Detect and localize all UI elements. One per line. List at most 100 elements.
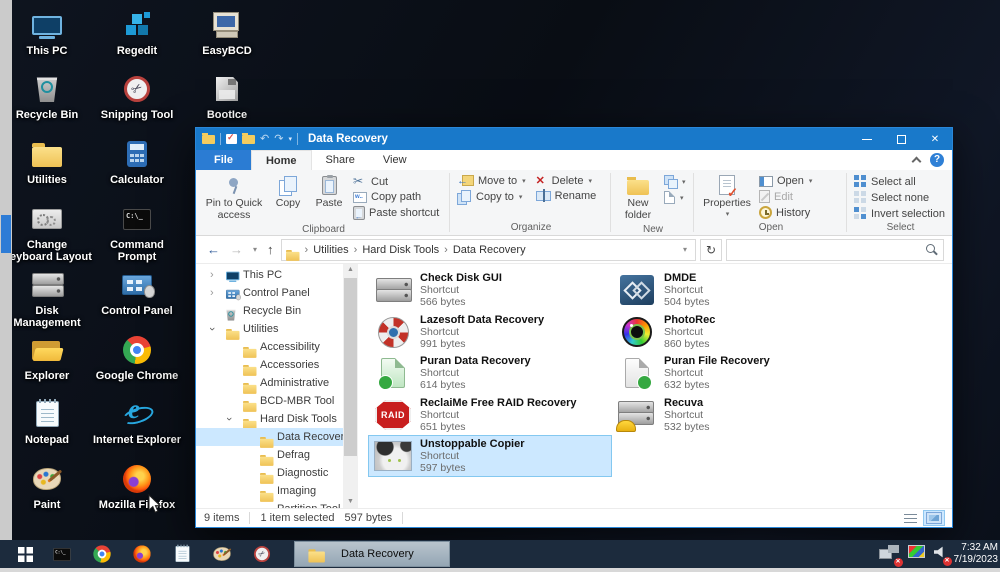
tree-item-control-panel[interactable]: Control Panel (196, 284, 343, 302)
file-item-photorec[interactable]: PhotoRec Shortcut 860 bytes (613, 312, 855, 352)
tree-scrollbar-thumb[interactable] (344, 278, 357, 456)
tree-item-utilities[interactable]: Utilities (196, 320, 343, 340)
breadcrumb-hard-disk-tools[interactable]: Hard Disk Tools (360, 244, 441, 256)
details-view-button[interactable] (902, 512, 920, 525)
undo-icon[interactable]: ↶ (260, 133, 269, 145)
copy-path-button[interactable]: Copy path (350, 190, 442, 204)
tab-share[interactable]: Share (312, 150, 369, 170)
edit-button[interactable]: Edit (756, 189, 815, 204)
back-button[interactable]: ← (204, 243, 223, 256)
move-to-button[interactable]: Move to▾ (454, 174, 529, 188)
desktop-icon-mozilla-firefox[interactable]: Mozilla Firefox (92, 462, 182, 511)
forward-button[interactable]: → (227, 243, 246, 256)
expander-collapsed-icon[interactable] (210, 267, 220, 283)
desktop-icon-calculator[interactable]: Calculator (92, 137, 182, 186)
file-item-puran-file-recovery[interactable]: Puran File Recovery Shortcut 632 bytes (613, 353, 855, 393)
taskbar-icon-chrome[interactable] (82, 540, 122, 568)
select-all-button[interactable]: Select all (851, 174, 948, 189)
desktop-icon-disk-management[interactable]: Disk Management (2, 268, 92, 329)
redo-icon[interactable]: ↷ (274, 133, 283, 145)
desktop-icon-notepad[interactable]: Notepad (2, 397, 92, 446)
breadcrumb[interactable]: › Utilities › Hard Disk Tools › Data Rec… (280, 238, 696, 261)
tab-home[interactable]: Home (250, 150, 312, 170)
up-button[interactable]: ↑ (264, 243, 277, 256)
tree-item-this-pc[interactable]: This PC (196, 266, 343, 284)
taskbar-clock[interactable]: 7:32 AM 7/19/2023 (954, 542, 1000, 566)
icons-view-button[interactable] (923, 510, 945, 526)
taskbar-icon-snip[interactable] (242, 540, 282, 568)
delete-button[interactable]: Delete▾ (533, 174, 600, 188)
file-item-reclaime-free-raid-recovery[interactable]: RAID ReclaiMe Free RAID Recovery Shortcut 6… (369, 395, 611, 435)
new-folder-button[interactable]: New folder (615, 172, 661, 223)
tab-view[interactable]: View (369, 150, 421, 170)
desktop-icon-this-pc[interactable]: This PC (2, 8, 92, 57)
customize-qat-chevron-icon[interactable]: ▾ (288, 135, 292, 143)
breadcrumb-utilities[interactable]: Utilities (311, 244, 350, 256)
desktop-icon-command-prompt[interactable]: Command Prompt (92, 202, 182, 263)
properties-icon[interactable] (226, 132, 237, 144)
tree-item-accessibility[interactable]: Accessibility (196, 338, 343, 358)
history-button[interactable]: History (756, 205, 815, 220)
tree-item-bcd-mbr-tool[interactable]: BCD-MBR Tool (196, 392, 343, 412)
breadcrumb-data-recovery[interactable]: Data Recovery (451, 244, 528, 256)
copy-to-button[interactable]: Copy to ▾ (454, 189, 529, 205)
desktop-icon-google-chrome[interactable]: Google Chrome (92, 333, 182, 382)
taskbar-icon-firefox[interactable] (122, 540, 162, 568)
minimize-button[interactable] (850, 128, 884, 150)
recent-locations-chevron-icon[interactable]: ▾ (250, 243, 260, 256)
cut-button[interactable]: Cut (350, 174, 442, 189)
pin-to-quick-access-button[interactable]: Pin to Quick access (200, 172, 268, 223)
search-box[interactable] (726, 238, 944, 261)
scroll-up-icon[interactable]: ▲ (343, 264, 358, 276)
copy-button[interactable]: Copy (268, 172, 308, 212)
desktop-icon-bootice[interactable]: BootIce (182, 72, 272, 121)
tree-item-accessories[interactable]: Accessories (196, 356, 343, 376)
file-item-dmde[interactable]: DMDE Shortcut 504 bytes (613, 270, 855, 310)
taskbar-icon-paint[interactable] (202, 540, 242, 568)
invert-selection-button[interactable]: Invert selection (851, 206, 948, 221)
select-none-button[interactable]: Select none (851, 190, 948, 205)
rename-button[interactable]: Rename (533, 189, 600, 203)
tree-item-imaging[interactable]: Imaging (196, 482, 343, 502)
expander-expanded-icon[interactable] (227, 411, 237, 427)
desktop-icon-recycle-bin[interactable]: Recycle Bin (2, 72, 92, 121)
tray-display-icon[interactable] (907, 545, 925, 563)
paste-shortcut-button[interactable]: Paste shortcut (350, 205, 442, 221)
expander-expanded-icon[interactable] (210, 321, 220, 337)
open-button[interactable]: Open ▾ (756, 174, 815, 188)
tray-volume-icon[interactable]: ✕ (933, 545, 952, 566)
maximize-button[interactable] (884, 128, 918, 150)
desktop-icon-easybcd[interactable]: EasyBCD (182, 8, 272, 57)
tree-item-administrative[interactable]: Administrative (196, 374, 343, 394)
taskbar-icon-notepad[interactable] (162, 540, 202, 568)
address-dropdown-chevron-icon[interactable]: ▾ (679, 245, 691, 254)
help-button[interactable] (930, 153, 944, 167)
tree-item-diagnostic[interactable]: Diagnostic (196, 464, 343, 484)
properties-button[interactable]: Properties ▾ (698, 172, 756, 220)
expander-collapsed-icon[interactable] (210, 285, 220, 301)
tree-item-defrag[interactable]: Defrag (196, 446, 343, 466)
refresh-button[interactable] (700, 238, 722, 261)
tab-file[interactable]: File (196, 150, 251, 170)
desktop-icon-snipping-tool[interactable]: Snipping Tool (92, 72, 182, 121)
taskbar-task-data-recovery[interactable]: Data Recovery (294, 541, 450, 567)
desktop-icon-utilities[interactable]: Utilities (2, 137, 92, 186)
new-folder-icon[interactable] (242, 132, 255, 144)
desktop-icon-internet-explorer[interactable]: Internet Explorer (92, 395, 182, 446)
file-item-unstoppable-copier[interactable]: Unstoppable Copier Shortcut 597 bytes (368, 435, 612, 477)
desktop-icon-change-keyboard-layout[interactable]: Change Keyboard Layout (2, 202, 92, 263)
desktop-icon-regedit[interactable]: Regedit (92, 8, 182, 57)
desktop-icon-explorer[interactable]: Explorer (2, 333, 92, 382)
tree-item-recycle-bin[interactable]: Recycle Bin (196, 302, 343, 321)
host-scrollbar-thumb[interactable] (1, 215, 11, 253)
new-item-button[interactable]: ▾ (661, 190, 689, 205)
file-item-check-disk-gui[interactable]: Check Disk GUI Shortcut 566 bytes (369, 270, 611, 310)
desktop-icon-control-panel[interactable]: Control Panel (92, 268, 182, 317)
scroll-down-icon[interactable]: ▼ (343, 496, 358, 508)
paste-button[interactable]: Paste (308, 172, 350, 212)
file-item-lazesoft-data-recovery[interactable]: Lazesoft Data Recovery Shortcut 991 bytes (369, 312, 611, 352)
tree-item-data-recovery[interactable]: Data Recovery (196, 428, 343, 448)
collapse-ribbon-icon[interactable] (911, 156, 922, 167)
close-button[interactable] (918, 128, 952, 150)
start-button[interactable] (8, 540, 42, 568)
